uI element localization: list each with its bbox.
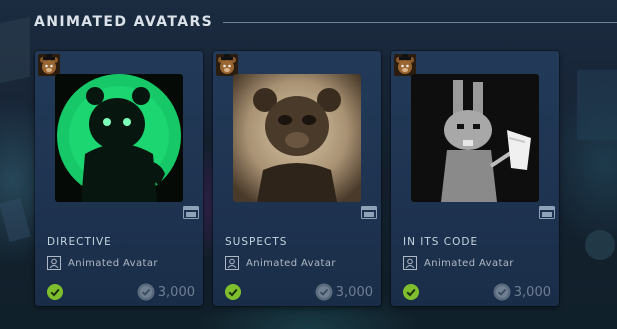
- avatar-card-in-its-code[interactable]: IN ITS CODE Animated Avatar 3,000: [391, 51, 559, 306]
- price-value: 3,000: [157, 284, 195, 300]
- price: 3,000: [137, 283, 195, 301]
- freddy-bear-badge-icon: [38, 54, 60, 76]
- owned-checkmark-icon: [225, 284, 241, 300]
- avatar-frame-icon: [47, 256, 61, 270]
- video-clip-icon: [183, 206, 199, 219]
- item-type: Animated Avatar: [403, 256, 514, 270]
- item-type-label: Animated Avatar: [246, 257, 336, 269]
- avatar-frame-icon: [403, 256, 417, 270]
- points-coin-icon: [493, 283, 511, 301]
- avatar-card-suspects[interactable]: SUSPECTS Animated Avatar 3,000: [213, 51, 381, 306]
- item-type-label: Animated Avatar: [68, 257, 158, 269]
- price-value: 3,000: [513, 284, 551, 300]
- background-decoration: [585, 230, 615, 260]
- video-clip-icon: [361, 206, 377, 219]
- item-name: DIRECTIVE: [47, 236, 112, 248]
- background-decoration: [0, 197, 31, 243]
- points-coin-icon: [315, 283, 333, 301]
- avatar-thumbnail-directive[interactable]: [55, 74, 183, 202]
- background-decoration: [0, 16, 30, 84]
- video-clip-icon: [539, 206, 555, 219]
- avatar-thumbnail-in-its-code[interactable]: [411, 74, 539, 202]
- item-type-label: Animated Avatar: [424, 257, 514, 269]
- item-name: IN ITS CODE: [403, 236, 479, 248]
- owned-checkmark-icon: [47, 284, 63, 300]
- item-type: Animated Avatar: [47, 256, 158, 270]
- background-decoration: [577, 70, 617, 140]
- points-coin-icon: [137, 283, 155, 301]
- freddy-bear-badge-icon: [394, 54, 416, 76]
- avatar-frame-icon: [225, 256, 239, 270]
- item-type: Animated Avatar: [225, 256, 336, 270]
- owned-checkmark-icon: [403, 284, 419, 300]
- price: 3,000: [315, 283, 373, 301]
- avatar-card-directive[interactable]: DIRECTIVE Animated Avatar 3,000: [35, 51, 203, 306]
- price: 3,000: [493, 283, 551, 301]
- avatar-thumbnail-suspects[interactable]: [233, 74, 361, 202]
- section-divider: [223, 22, 617, 23]
- price-value: 3,000: [335, 284, 373, 300]
- freddy-bear-badge-icon: [216, 54, 238, 76]
- item-name: SUSPECTS: [225, 236, 288, 248]
- section-title: ANIMATED AVATARS: [34, 14, 214, 30]
- section-header: ANIMATED AVATARS: [34, 10, 617, 34]
